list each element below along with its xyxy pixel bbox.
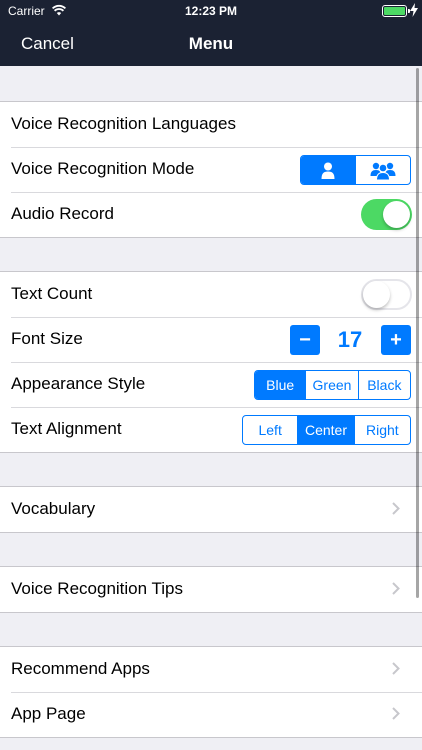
text-alignment-segmented-control[interactable]: Left Center Right bbox=[242, 415, 411, 445]
voice-tips-label: Voice Recognition Tips bbox=[11, 579, 183, 598]
text-count-toggle[interactable] bbox=[361, 279, 412, 310]
voice-languages-label: Voice Recognition Languages bbox=[11, 114, 236, 133]
text-count-row: Text Count bbox=[0, 272, 422, 317]
text-alignment-row: Text Alignment Left Center Right bbox=[0, 407, 422, 452]
appearance-blue-segment[interactable]: Blue bbox=[255, 371, 307, 399]
chevron-right-icon bbox=[392, 707, 400, 720]
text-settings-group: Text Count Font Size − 17 + Appearance S… bbox=[0, 271, 422, 453]
app-page-label: App Page bbox=[11, 704, 86, 723]
single-user-segment[interactable] bbox=[301, 156, 356, 184]
battery-icon bbox=[382, 5, 410, 17]
scroll-indicator[interactable] bbox=[416, 68, 419, 598]
audio-record-row: Audio Record bbox=[0, 192, 422, 237]
status-bar: Carrier 12:23 PM bbox=[0, 0, 422, 22]
group-users-segment[interactable] bbox=[356, 156, 411, 184]
page-title: Menu bbox=[188, 34, 234, 53]
audio-record-toggle[interactable] bbox=[361, 199, 412, 230]
align-left-segment[interactable]: Left bbox=[243, 416, 299, 444]
font-size-decrease-button[interactable]: − bbox=[290, 325, 320, 355]
text-alignment-label: Text Alignment bbox=[11, 419, 122, 438]
chevron-right-icon bbox=[392, 662, 400, 675]
audio-record-label: Audio Record bbox=[11, 204, 115, 223]
text-count-label: Text Count bbox=[11, 284, 93, 303]
chevron-right-icon bbox=[392, 582, 400, 595]
group-people-icon bbox=[370, 162, 396, 180]
voice-languages-row[interactable]: Voice Recognition Languages bbox=[0, 102, 422, 147]
voice-tips-row[interactable]: Voice Recognition Tips bbox=[0, 567, 422, 612]
voice-mode-row: Voice Recognition Mode bbox=[0, 147, 422, 192]
appearance-style-row: Appearance Style Blue Green Black bbox=[0, 362, 422, 407]
align-right-segment[interactable]: Right bbox=[355, 416, 410, 444]
vocabulary-row[interactable]: Vocabulary bbox=[0, 487, 422, 532]
voice-settings-group: Voice Recognition Languages Voice Recogn… bbox=[0, 101, 422, 238]
navigation-bar: Carrier 12:23 PM Cancel Menu bbox=[0, 0, 422, 66]
charging-bolt-icon bbox=[410, 3, 418, 17]
recommend-apps-label: Recommend Apps bbox=[11, 659, 150, 678]
single-person-icon bbox=[321, 162, 335, 179]
font-size-row: Font Size − 17 + bbox=[0, 317, 422, 362]
font-size-value: 17 bbox=[337, 327, 363, 352]
vocabulary-label: Vocabulary bbox=[11, 499, 96, 518]
appearance-green-segment[interactable]: Green bbox=[306, 371, 359, 399]
appearance-style-segmented-control[interactable]: Blue Green Black bbox=[254, 370, 411, 400]
chevron-right-icon bbox=[392, 502, 400, 515]
voice-mode-segmented-control[interactable] bbox=[300, 155, 411, 185]
appearance-style-label: Appearance Style bbox=[11, 374, 146, 393]
app-page-row[interactable]: App Page bbox=[0, 692, 422, 737]
tips-group: Voice Recognition Tips bbox=[0, 566, 422, 613]
font-size-increase-button[interactable]: + bbox=[381, 325, 411, 355]
status-time: 12:23 PM bbox=[184, 4, 238, 18]
vocabulary-group: Vocabulary bbox=[0, 486, 422, 533]
more-group: Recommend Apps App Page bbox=[0, 646, 422, 738]
appearance-black-segment[interactable]: Black bbox=[359, 371, 410, 399]
align-center-segment[interactable]: Center bbox=[298, 416, 355, 444]
font-size-label: Font Size bbox=[11, 329, 83, 348]
recommend-apps-row[interactable]: Recommend Apps bbox=[0, 647, 422, 692]
voice-mode-label: Voice Recognition Mode bbox=[11, 159, 195, 178]
